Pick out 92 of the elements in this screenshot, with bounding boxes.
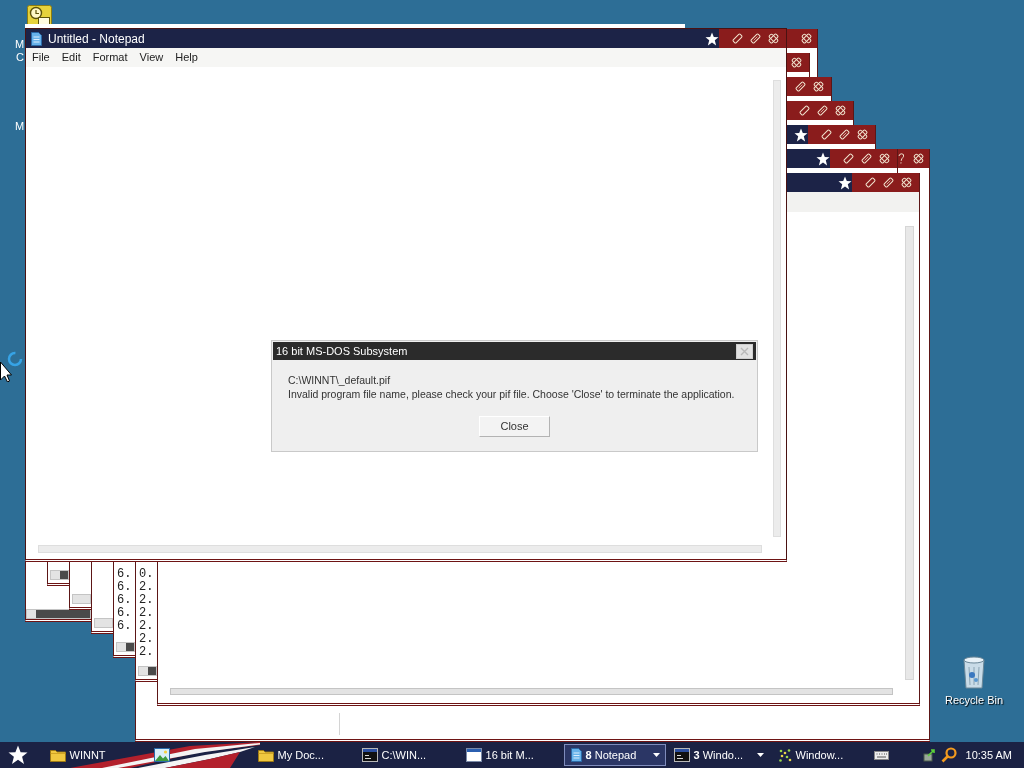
icon-label: C — [16, 51, 24, 64]
taskbar-button[interactable]: WINNT — [43, 744, 146, 766]
star-icon — [794, 127, 808, 142]
horizontal-scrollbar[interactable] — [170, 688, 893, 695]
minimize-icon[interactable] — [799, 105, 810, 116]
picture-icon — [153, 748, 170, 762]
close-icon — [740, 346, 749, 356]
clock-tile-icon[interactable] — [27, 5, 52, 24]
minimize-icon[interactable] — [732, 33, 743, 44]
close-icon[interactable] — [801, 33, 812, 44]
maximize-icon[interactable] — [883, 177, 894, 188]
dialog-title: 16 bit MS-DOS Subsystem — [276, 343, 408, 359]
horizontal-scrollbar[interactable] — [94, 618, 113, 628]
text-line: 6. — [117, 594, 133, 607]
keyboard-icon[interactable] — [873, 750, 889, 760]
dots-icon — [777, 748, 792, 762]
menu-item[interactable]: Format — [86, 49, 134, 66]
dialog-text: C:\WINNT\_default.pif — [288, 373, 392, 387]
maximize-icon[interactable] — [839, 129, 850, 140]
star-icon — [8, 745, 28, 765]
taskbar-button[interactable]: Window... — [771, 744, 874, 766]
scroll-thumb[interactable] — [36, 610, 90, 618]
vertical-scrollbar[interactable] — [773, 80, 781, 537]
star-icon — [705, 31, 719, 46]
caret-icon[interactable] — [652, 753, 660, 757]
taskbar-button[interactable]: 16 bit M... — [459, 744, 562, 766]
close-icon[interactable] — [901, 177, 912, 188]
page-icon — [569, 748, 582, 762]
close-icon[interactable] — [768, 33, 779, 44]
console-icon — [361, 748, 378, 762]
taskbar-button[interactable]: 8 Notepad — [563, 744, 666, 766]
vertical-scrollbar[interactable] — [905, 226, 914, 680]
scroll-thumb[interactable] — [126, 643, 134, 651]
icon-label: M — [15, 38, 25, 51]
dialog-text: Invalid program file name, please check your pif file. Choose 'Close' to terminate the application. — [288, 387, 736, 401]
menu-item[interactable]: View — [133, 49, 170, 66]
icon-label: Recycle Bin — [944, 694, 1004, 707]
close-icon[interactable] — [857, 129, 868, 140]
horizontal-scrollbar[interactable] — [72, 594, 91, 604]
horizontal-scrollbar[interactable] — [138, 666, 157, 676]
text-line: 2. — [139, 594, 155, 607]
text-line: 6. — [117, 620, 133, 633]
menu-item[interactable]: Edit — [55, 49, 87, 66]
star-icon — [816, 151, 830, 166]
maximize-icon[interactable] — [750, 33, 761, 44]
close-icon[interactable] — [913, 153, 924, 164]
search-icon[interactable] — [940, 747, 957, 763]
page-icon — [30, 31, 42, 46]
menu-item[interactable]: Help — [169, 49, 204, 66]
close-button[interactable] — [736, 343, 753, 359]
caret-icon[interactable] — [756, 753, 764, 757]
help-icon[interactable] — [898, 153, 905, 164]
text-line: 6. — [117, 607, 133, 620]
console-icon — [673, 748, 690, 762]
taskbar-button[interactable]: 3 Windo... — [667, 744, 770, 766]
trash-bin-icon[interactable] — [961, 655, 987, 689]
text-line: 6. — [117, 568, 133, 581]
horizontal-scrollbar[interactable] — [38, 545, 762, 553]
taskbar-button[interactable]: My Doc... — [251, 744, 354, 766]
clock: 10:35 AM — [965, 747, 1012, 763]
folder-icon — [49, 748, 66, 762]
text-line: 2. — [139, 646, 155, 659]
text-line: 6. — [117, 581, 133, 594]
star-icon — [838, 175, 852, 190]
icon-label: M — [15, 120, 25, 133]
close-icon[interactable] — [791, 57, 802, 68]
maximize-icon[interactable] — [861, 153, 872, 164]
arrow-icon[interactable] — [922, 748, 937, 762]
minimize-icon[interactable] — [843, 153, 854, 164]
text-line: 2. — [139, 581, 155, 594]
close-icon[interactable] — [835, 105, 846, 116]
close-icon[interactable] — [813, 81, 824, 92]
scroll-thumb[interactable] — [60, 571, 68, 579]
close-icon[interactable] — [879, 153, 890, 164]
horizontal-scrollbar[interactable] — [50, 570, 69, 580]
maximize-icon[interactable] — [795, 81, 806, 92]
text-line: 2. — [139, 620, 155, 633]
close-button[interactable]: Close — [479, 416, 550, 437]
folder-icon — [257, 748, 274, 762]
text-line: 2. — [139, 607, 155, 620]
busy-cursor-icon — [0, 350, 24, 382]
minimize-icon[interactable] — [865, 177, 876, 188]
menu-item[interactable]: File — [26, 49, 56, 66]
window-title: Untitled - Notepad — [48, 30, 145, 48]
scroll-thumb[interactable] — [148, 667, 156, 675]
text-line: 2. — [139, 633, 155, 646]
taskbar-button[interactable]: C:\WIN... — [355, 744, 458, 766]
text-line: 0. — [139, 568, 155, 581]
minimize-icon[interactable] — [821, 129, 832, 140]
horizontal-scrollbar[interactable] — [116, 642, 135, 652]
maximize-icon[interactable] — [817, 105, 828, 116]
window-icon — [465, 748, 482, 762]
